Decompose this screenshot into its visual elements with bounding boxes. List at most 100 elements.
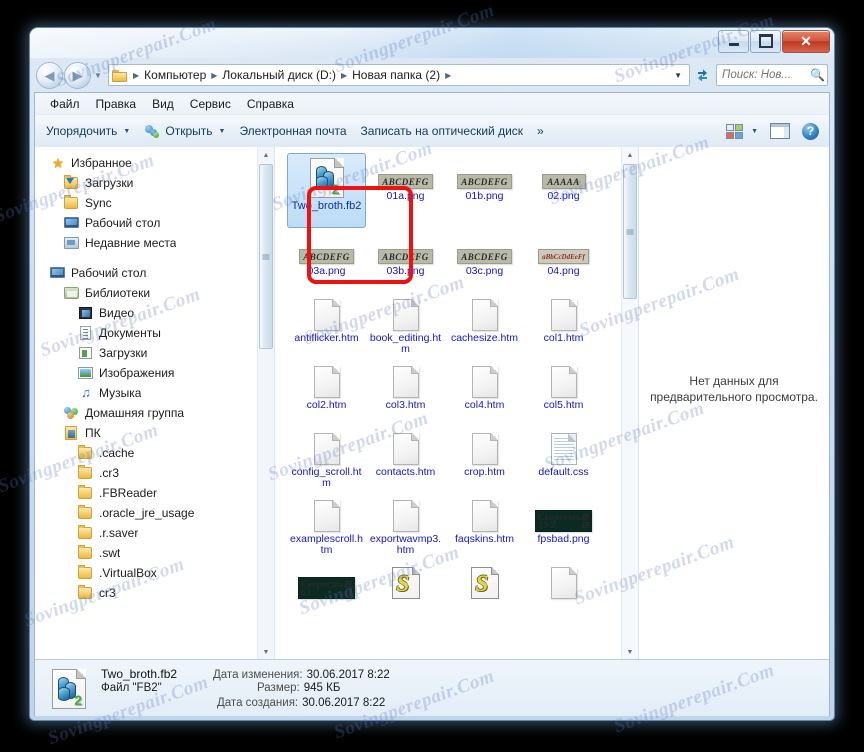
sidebar-item-sync[interactable]: Sync — [35, 193, 257, 213]
scrollbar-thumb[interactable] — [259, 164, 273, 349]
homegroup-icon — [63, 405, 81, 421]
forward-button[interactable]: ▶ — [64, 61, 91, 89]
file-item-partial[interactable]: S — [366, 563, 445, 630]
refresh-button[interactable] — [691, 64, 713, 86]
file-item[interactable]: config_scroll.htm — [287, 429, 366, 496]
file-item[interactable]: ABCDEFG 01a.png — [366, 153, 445, 220]
minimize-button[interactable] — [718, 29, 749, 53]
breadcrumb[interactable]: ▶ Компьютер ▶ Локальный диск (D:) ▶ Нова… — [108, 64, 690, 86]
file-item[interactable]: Скорость ⊞ 53·2 ⊟ fpsbad.png — [524, 496, 603, 563]
file-item[interactable]: aBbCcDdEeFf 04.png — [524, 228, 603, 295]
file-item-partial[interactable] — [524, 563, 603, 630]
maximize-button[interactable] — [750, 29, 781, 53]
sidebar-item-fbreader[interactable]: .FBReader — [35, 483, 257, 503]
details-modified-value: 30.06.2017 8:22 — [306, 669, 390, 681]
close-button[interactable]: ✕ — [782, 29, 830, 53]
sidebar-item-r-saver[interactable]: .r.saver — [35, 523, 257, 543]
chevron-down-icon[interactable]: ▼ — [669, 71, 687, 80]
file-item[interactable]: antiflicker.htm — [287, 295, 366, 362]
sidebar-item-libraries[interactable]: Библиотеки — [35, 283, 257, 303]
menu-item-edit[interactable]: Правка — [88, 95, 145, 113]
sidebar-item-pc[interactable]: ПК — [35, 423, 257, 443]
toolbar-right-group: ▼ ? — [726, 122, 825, 140]
breadcrumb-separator-1[interactable]: ▶ — [208, 71, 220, 80]
sidebar-item-swt[interactable]: .swt — [35, 543, 257, 563]
file-item[interactable]: col1.htm — [524, 295, 603, 362]
file-item-partial[interactable]: Скорость ⊞ 63 ⊟ — [287, 563, 366, 630]
file-item[interactable]: contacts.htm — [366, 429, 445, 496]
sidebar-group-desktop[interactable]: Рабочий стол — [35, 263, 257, 283]
file-item[interactable]: col3.htm — [366, 362, 445, 429]
scrollbar-thumb[interactable] — [623, 164, 637, 299]
menu-item-help[interactable]: Справка — [239, 95, 302, 113]
sidebar-item-label: .VirtualBox — [99, 566, 157, 580]
chevron-down-icon[interactable]: ▼ — [751, 128, 758, 135]
file-item-partial[interactable]: S — [445, 563, 524, 630]
scroll-up-icon[interactable]: ▲ — [258, 147, 274, 163]
scroll-down-icon[interactable]: ▼ — [622, 644, 638, 660]
file-item[interactable]: default.css — [524, 429, 603, 496]
file-item[interactable]: ABCDEFG 03c.png — [445, 228, 524, 295]
sidebar-group-favorites[interactable]: ★ Избранное — [35, 153, 257, 173]
sidebar-item-downloads-library[interactable]: Загрузки — [35, 343, 257, 363]
file-item[interactable]: ABCDEFG 03a.png — [287, 228, 366, 295]
file-item[interactable]: ABCDEFG 01b.png — [445, 153, 524, 220]
file-item-selected[interactable]: 2 Two_broth.fb2 — [287, 153, 366, 228]
file-item[interactable]: col5.htm — [524, 362, 603, 429]
menu-item-file[interactable]: Файл — [42, 95, 88, 113]
sidebar-item-virtualbox[interactable]: .VirtualBox — [35, 563, 257, 583]
sidebar-item-pictures[interactable]: Изображения — [35, 363, 257, 383]
recent-pages-button[interactable]: ▼ — [91, 71, 105, 80]
scroll-down-icon[interactable]: ▼ — [258, 644, 274, 660]
file-item[interactable]: crop.htm — [445, 429, 524, 496]
file-item[interactable]: faqskins.htm — [445, 496, 524, 563]
breadcrumb-item-1[interactable]: Локальный диск (D:) — [220, 68, 338, 82]
menu-item-tools[interactable]: Сервис — [182, 95, 239, 113]
scroll-up-icon[interactable]: ▲ — [622, 147, 638, 163]
sidebar-item-recent-places[interactable]: Недавние места — [35, 233, 257, 253]
file-item[interactable]: col4.htm — [445, 362, 524, 429]
file-item[interactable]: ABCDEFG 03b.png — [366, 228, 445, 295]
sidebar-item-cr3-hidden[interactable]: .cr3 — [35, 463, 257, 483]
file-item[interactable]: examplescroll.htm — [287, 496, 366, 563]
burn-button[interactable]: Записать на оптический диск — [354, 119, 531, 143]
organize-button[interactable]: Упорядочить ▼ — [39, 119, 137, 143]
sidebar-item-oracle-jre-usage[interactable]: .oracle_jre_usage — [35, 503, 257, 523]
sidebar-item-video[interactable]: Видео — [35, 303, 257, 323]
breadcrumb-separator-0[interactable]: ▶ — [130, 71, 142, 80]
sidebar-item-label: Рабочий стол — [85, 216, 161, 230]
file-item[interactable]: book_editing.htm — [366, 295, 445, 362]
user-folder-icon — [63, 425, 81, 441]
back-button[interactable]: ◀ — [36, 61, 63, 89]
file-item[interactable]: exportwavmp3.htm — [366, 496, 445, 563]
sidebar-item-documents[interactable]: Документы — [35, 323, 257, 343]
sidebar-item-music[interactable]: ♫ Музыка — [35, 383, 257, 403]
title-bar-sheen — [30, 28, 834, 58]
search-input[interactable] — [720, 68, 810, 82]
sidebar-item-cache[interactable]: .cache — [35, 443, 257, 463]
help-icon[interactable]: ? — [802, 122, 819, 140]
search-box[interactable]: 🔍 — [716, 64, 828, 86]
file-thumbnail — [313, 498, 340, 532]
sidebar-item-desktop-fav[interactable]: Рабочий стол — [35, 213, 257, 233]
script-file-icon: S — [470, 567, 499, 599]
file-item[interactable]: col2.htm — [287, 362, 366, 429]
file-item[interactable]: AAAAA 02.png — [524, 153, 603, 220]
email-button[interactable]: Электронная почта — [232, 119, 353, 143]
file-list-scrollbar[interactable]: ▲ ▼ — [621, 147, 638, 660]
breadcrumb-separator-3[interactable]: ▶ — [442, 71, 454, 80]
breadcrumb-item-0[interactable]: Компьютер — [142, 68, 208, 82]
toolbar-overflow-button[interactable]: » — [530, 119, 551, 143]
sidebar-item-cr3[interactable]: cr3 — [35, 583, 257, 603]
preview-pane-toggle-icon[interactable] — [770, 123, 790, 139]
change-view-icon[interactable] — [726, 123, 744, 139]
breadcrumb-separator-2[interactable]: ▶ — [338, 71, 350, 80]
file-thumbnail — [550, 565, 577, 599]
sidebar-item-downloads[interactable]: Загрузки — [35, 173, 257, 193]
menu-item-view[interactable]: Вид — [144, 95, 182, 113]
breadcrumb-item-2[interactable]: Новая папка (2) — [350, 68, 442, 82]
file-item[interactable]: cachesize.htm — [445, 295, 524, 362]
navigation-pane-scrollbar[interactable]: ▲ ▼ — [257, 147, 274, 660]
sidebar-item-homegroup[interactable]: Домашняя группа — [35, 403, 257, 423]
open-button[interactable]: Открыть ▼ — [137, 119, 232, 143]
